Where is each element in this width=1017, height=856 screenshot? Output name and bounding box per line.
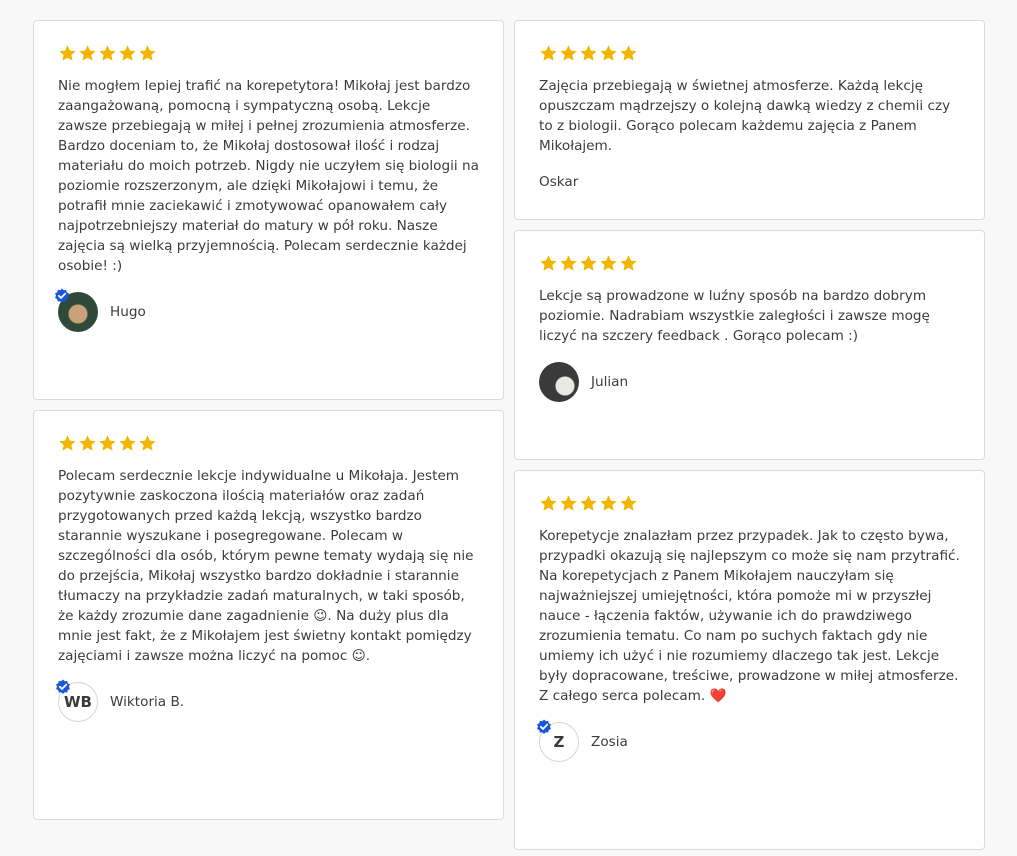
star-icon: [620, 254, 637, 271]
star-icon: [580, 44, 597, 61]
star-icon: [560, 494, 577, 511]
avatar: [55, 288, 98, 332]
review-text: Zajęcia przebiegają w świetnej atmosferz…: [539, 78, 951, 154]
review-author: Hugo: [55, 288, 479, 332]
star-icon: [79, 434, 96, 451]
star-rating: [539, 492, 960, 514]
star-icon: [139, 434, 156, 451]
review-card-zosia: Korepetycje znalazłam przez przypadek. J…: [514, 470, 985, 850]
review-card-wiktoria: Polecam serdecznie lekcje indywidualne u…: [33, 410, 504, 820]
avatar-initials: Z: [553, 733, 565, 751]
verified-badge-icon: [56, 679, 70, 694]
star-icon: [560, 254, 577, 271]
review-text: Polecam serdecznie lekcje indywidualne u…: [58, 468, 474, 664]
star-icon: [600, 494, 617, 511]
author-name: Oskar: [539, 174, 579, 190]
avatar: Z: [537, 719, 579, 762]
avatar: WB: [56, 679, 98, 722]
avatar: [539, 362, 579, 402]
verified-badge-icon: [55, 288, 69, 303]
review-author: WB Wiktoria B.: [56, 679, 479, 722]
review-author: Oskar: [539, 172, 960, 192]
review-text: Korepetycje znalazłam przez przypadek. J…: [539, 528, 960, 704]
review-card-oskar: Zajęcia przebiegają w świetnej atmosferz…: [514, 20, 985, 220]
reviews-column-right: Zajęcia przebiegają w świetnej atmosferz…: [514, 20, 985, 850]
star-icon: [540, 44, 557, 61]
star-icon: [600, 254, 617, 271]
star-icon: [119, 434, 136, 451]
star-icon: [119, 44, 136, 61]
star-icon: [99, 434, 116, 451]
verified-badge-icon: [537, 719, 551, 734]
review-author: Julian: [539, 362, 960, 402]
star-icon: [79, 44, 96, 61]
star-icon: [59, 434, 76, 451]
review-author: Z Zosia: [537, 719, 960, 762]
star-icon: [59, 44, 76, 61]
star-rating: [539, 42, 960, 64]
star-rating: [58, 432, 479, 454]
review-text: Nie mogłem lepiej trafić na korepetytora…: [58, 78, 479, 274]
star-icon: [139, 44, 156, 61]
star-icon: [560, 44, 577, 61]
star-icon: [580, 254, 597, 271]
star-rating: [539, 252, 960, 274]
reviews-column-left: Nie mogłem lepiej trafić na korepetytora…: [33, 20, 504, 820]
star-icon: [99, 44, 116, 61]
review-text: Lekcje są prowadzone w luźny sposób na b…: [539, 288, 930, 344]
star-rating: [58, 42, 479, 64]
star-icon: [540, 494, 557, 511]
author-name: Zosia: [591, 734, 628, 750]
star-icon: [620, 44, 637, 61]
review-card-julian: Lekcje są prowadzone w luźny sposób na b…: [514, 230, 985, 460]
star-icon: [620, 494, 637, 511]
review-card-hugo: Nie mogłem lepiej trafić na korepetytora…: [33, 20, 504, 400]
star-icon: [600, 44, 617, 61]
author-name: Wiktoria B.: [110, 694, 185, 710]
avatar-initials: WB: [64, 693, 92, 711]
star-icon: [540, 254, 557, 271]
author-name: Hugo: [110, 304, 146, 320]
star-icon: [580, 494, 597, 511]
author-name: Julian: [591, 374, 629, 390]
